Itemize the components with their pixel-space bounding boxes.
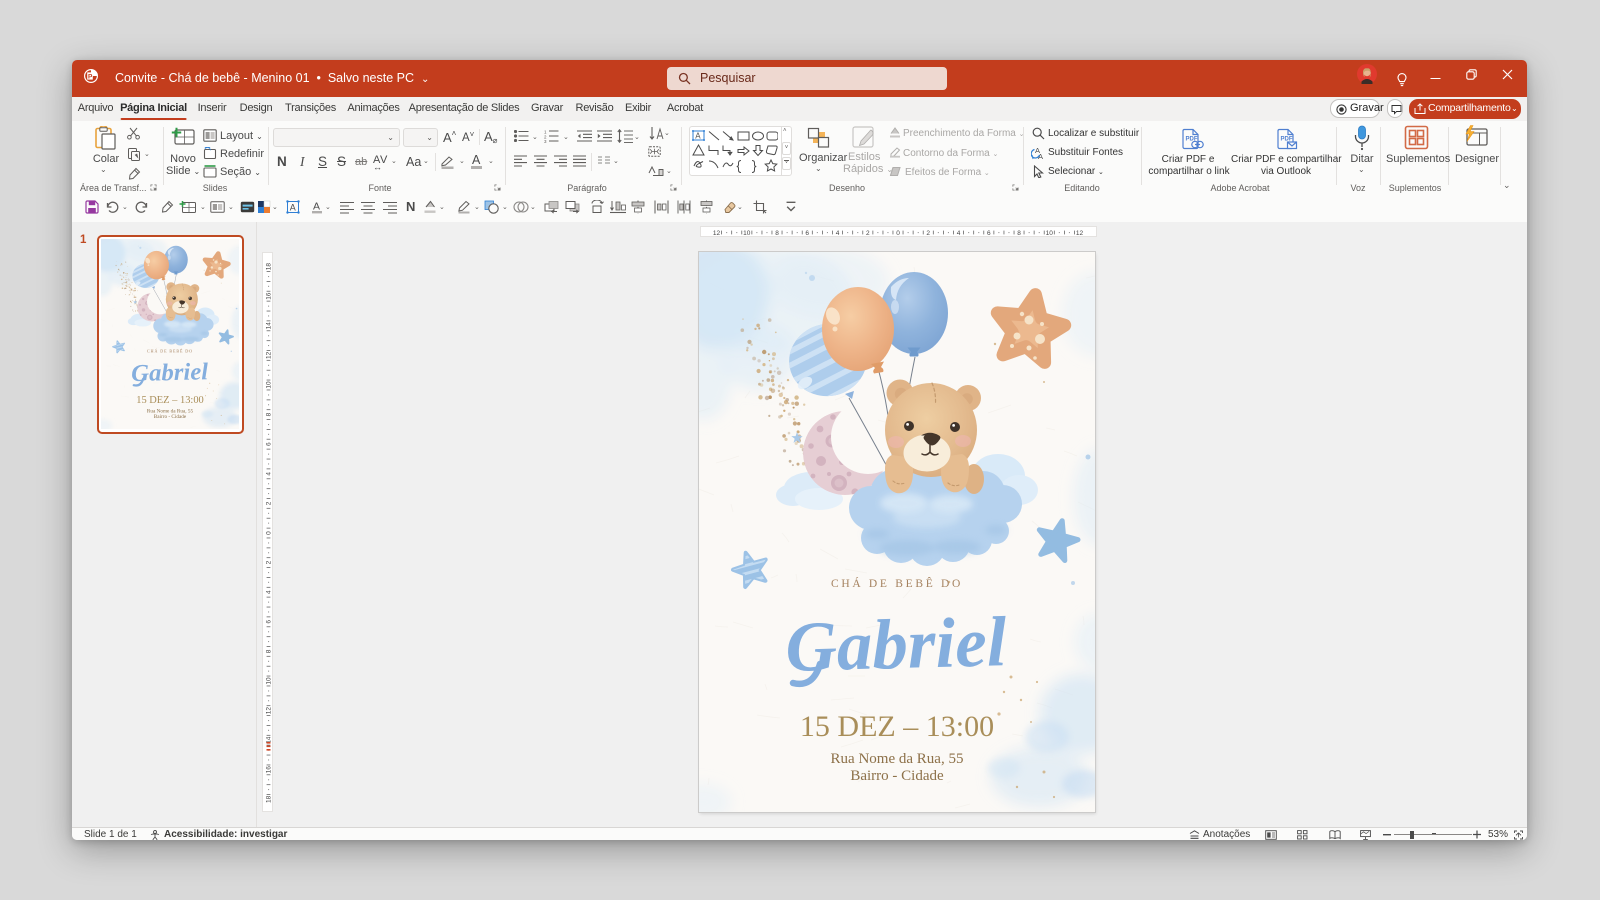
svg-text:8: 8	[266, 412, 273, 416]
svg-text:12: 12	[266, 707, 273, 715]
svg-text:3: 3	[544, 139, 547, 143]
svg-text:14: 14	[266, 322, 273, 330]
svg-text:12: 12	[1076, 230, 1084, 237]
svg-text:10: 10	[743, 230, 751, 237]
svg-text:2: 2	[926, 230, 930, 237]
svg-text:2: 2	[266, 560, 273, 564]
svg-text:12: 12	[713, 230, 721, 237]
svg-text:6: 6	[266, 442, 273, 446]
svg-text:0: 0	[896, 230, 900, 237]
svg-text:18: 18	[266, 795, 273, 803]
svg-text:8: 8	[775, 230, 779, 237]
svg-text:2: 2	[266, 501, 273, 505]
svg-text:8: 8	[1017, 230, 1021, 237]
svg-text:8: 8	[266, 649, 273, 653]
svg-text:10: 10	[1046, 230, 1054, 237]
svg-text:P: P	[88, 73, 93, 80]
svg-text:6: 6	[987, 230, 991, 237]
svg-text:4: 4	[957, 230, 961, 237]
svg-text:12: 12	[266, 351, 273, 359]
svg-text:2: 2	[866, 230, 870, 237]
svg-text:4: 4	[836, 230, 840, 237]
svg-text:0: 0	[266, 531, 273, 535]
svg-text:4: 4	[266, 472, 273, 476]
svg-text:16: 16	[266, 292, 273, 300]
svg-text:6: 6	[805, 230, 809, 237]
svg-text:A: A	[290, 203, 296, 213]
svg-text:4: 4	[266, 590, 273, 594]
svg-text:A: A	[695, 132, 701, 141]
svg-text:16: 16	[266, 766, 273, 774]
svg-text:6: 6	[266, 620, 273, 624]
svg-text:10: 10	[266, 381, 273, 389]
svg-text:18: 18	[266, 263, 273, 271]
svg-text:A: A	[313, 201, 320, 213]
svg-text:10: 10	[266, 677, 273, 685]
